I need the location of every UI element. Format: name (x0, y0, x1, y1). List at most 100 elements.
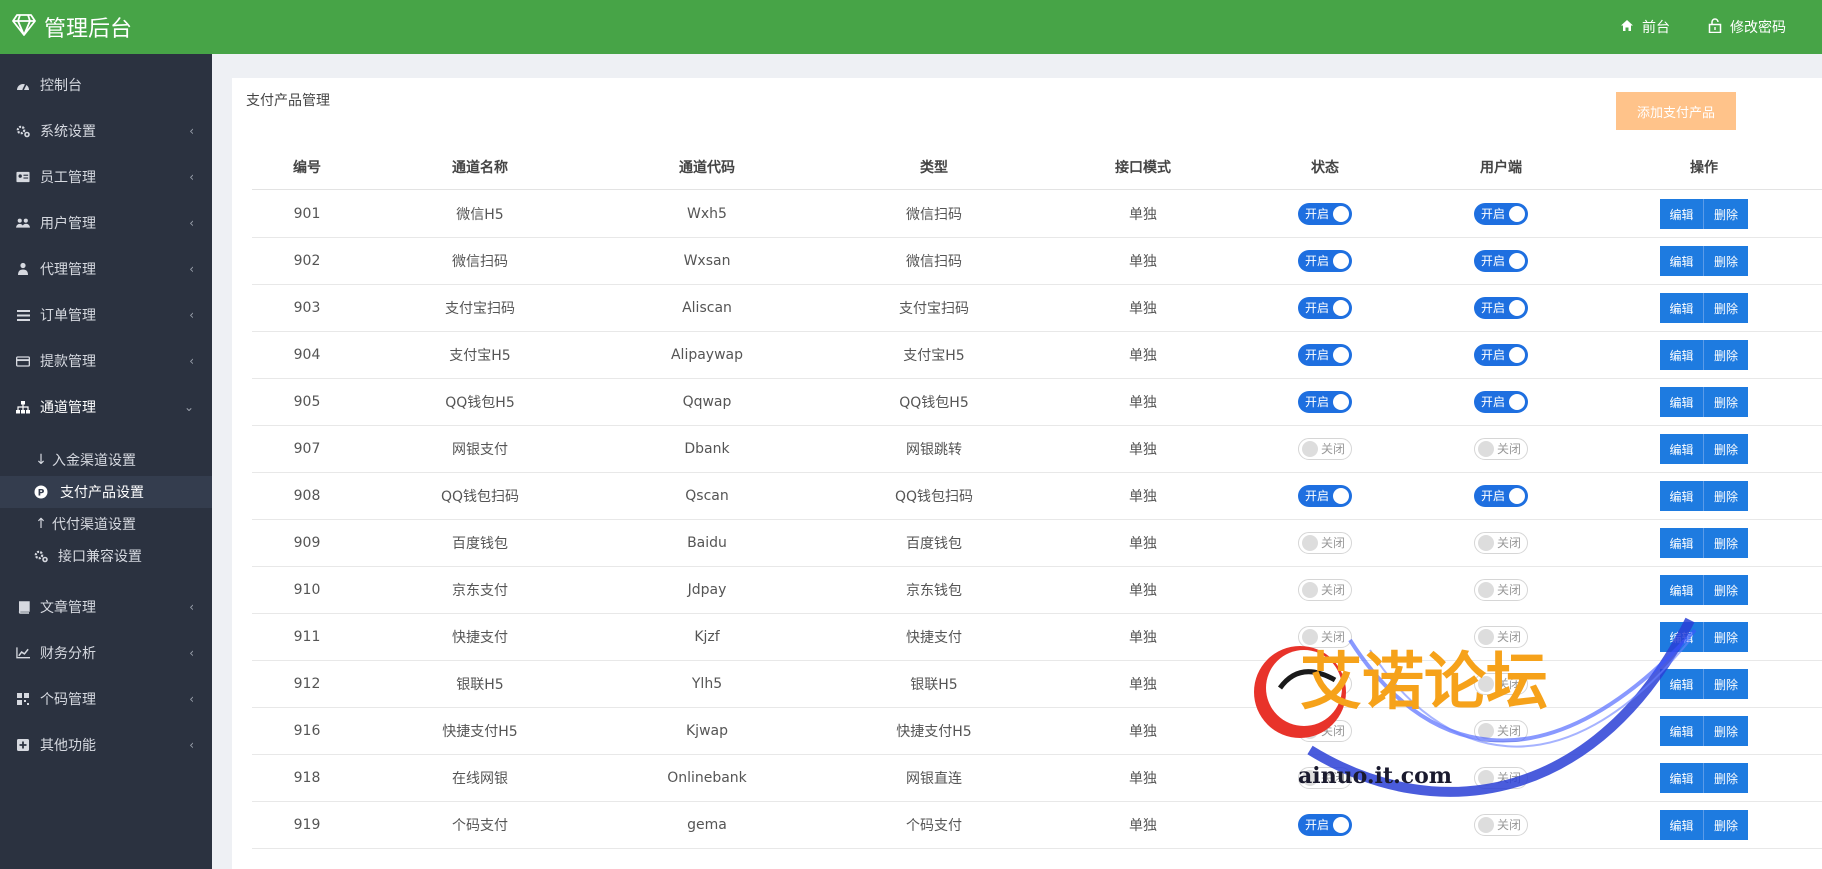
status-toggle[interactable]: 开启 (1298, 344, 1352, 366)
client-toggle[interactable]: 关闭 (1474, 579, 1528, 601)
table-row: 902 微信扫码 Wxsan 微信扫码 单独 开启 开启 编辑 删除 (252, 238, 1822, 285)
sidebar-item-withdraw[interactable]: 提款管理 ‹ (0, 338, 212, 384)
client-toggle[interactable]: 关闭 (1474, 673, 1528, 695)
client-toggle[interactable]: 开启 (1474, 344, 1528, 366)
client-toggle[interactable]: 关闭 (1474, 814, 1528, 836)
status-toggle[interactable]: 开启 (1298, 250, 1352, 272)
sidebar-item-system[interactable]: 系统设置 ‹ (0, 108, 212, 154)
sidebar-item-channels[interactable]: 通道管理 ⌄ (0, 384, 212, 430)
sidebar-subitem-api-compat[interactable]: 接口兼容设置 (0, 540, 212, 572)
client-toggle[interactable]: 开启 (1474, 485, 1528, 507)
edit-button[interactable]: 编辑 (1660, 763, 1704, 793)
edit-button[interactable]: 编辑 (1660, 246, 1704, 276)
sidebar-item-staff[interactable]: 员工管理 ‹ (0, 154, 212, 200)
brand[interactable]: 管理后台 (12, 0, 132, 54)
sidebar-subitem-deposit-channel[interactable]: ↓ 入金渠道设置 (0, 444, 212, 476)
client-toggle[interactable]: 关闭 (1474, 767, 1528, 789)
delete-button[interactable]: 删除 (1704, 246, 1748, 276)
client-toggle[interactable]: 开启 (1474, 250, 1528, 272)
status-toggle[interactable]: 关闭 (1298, 720, 1352, 742)
delete-button[interactable]: 删除 (1704, 199, 1748, 229)
edit-button[interactable]: 编辑 (1660, 340, 1704, 370)
edit-button[interactable]: 编辑 (1660, 716, 1704, 746)
users-icon (16, 216, 30, 230)
status-toggle[interactable]: 关闭 (1298, 626, 1352, 648)
client-toggle[interactable]: 开启 (1474, 297, 1528, 319)
status-toggle[interactable]: 开启 (1298, 814, 1352, 836)
client-toggle[interactable]: 关闭 (1474, 720, 1528, 742)
sidebar-item-articles[interactable]: 文章管理 ‹ (0, 584, 212, 630)
header-status: 状态 (1311, 159, 1339, 176)
delete-button[interactable]: 删除 (1704, 434, 1748, 464)
edit-button[interactable]: 编辑 (1660, 434, 1704, 464)
chevron-down-icon: ⌄ (183, 400, 194, 414)
status-toggle[interactable]: 关闭 (1298, 438, 1352, 460)
table-row: 910 京东支付 Jdpay 京东钱包 单独 关闭 关闭 编辑 删除 (252, 567, 1822, 614)
toggle-knob (1478, 582, 1494, 598)
home-icon (1620, 19, 1634, 36)
cell-mode: 单独 (1129, 724, 1157, 740)
edit-button[interactable]: 编辑 (1660, 810, 1704, 840)
edit-button[interactable]: 编辑 (1660, 293, 1704, 323)
status-toggle[interactable]: 开启 (1298, 297, 1352, 319)
toggle-label: 开启 (1481, 489, 1506, 503)
status-toggle[interactable]: 开启 (1298, 391, 1352, 413)
client-toggle[interactable]: 开启 (1474, 203, 1528, 225)
toggle-knob (1302, 676, 1318, 692)
cell-actions: 编辑 删除 (1586, 379, 1822, 425)
delete-button[interactable]: 删除 (1704, 575, 1748, 605)
client-toggle[interactable]: 关闭 (1474, 626, 1528, 648)
cogs-icon (16, 124, 30, 138)
delete-button[interactable]: 删除 (1704, 481, 1748, 511)
status-toggle[interactable]: 开启 (1298, 485, 1352, 507)
cell-name: 支付宝H5 (449, 348, 511, 364)
delete-button[interactable]: 删除 (1704, 387, 1748, 417)
change-password-link[interactable]: 修改密码 (1708, 17, 1786, 37)
sidebar-subitem-payment-product[interactable]: P 支付产品设置 (0, 476, 212, 508)
delete-button[interactable]: 删除 (1704, 293, 1748, 323)
cell-code: Qqwap (682, 394, 732, 410)
delete-button[interactable]: 删除 (1704, 716, 1748, 746)
sidebar-item-dashboard[interactable]: 控制台 (0, 62, 212, 108)
status-toggle[interactable]: 关闭 (1298, 579, 1352, 601)
cell-client: 关闭 (1416, 661, 1586, 707)
sidebar-item-other[interactable]: 其他功能 ‹ (0, 722, 212, 768)
client-toggle[interactable]: 关闭 (1474, 438, 1528, 460)
cell-name: 微信扫码 (452, 254, 508, 270)
edit-button[interactable]: 编辑 (1660, 575, 1704, 605)
status-toggle[interactable]: 开启 (1298, 203, 1352, 225)
status-toggle[interactable]: 关闭 (1298, 532, 1352, 554)
delete-button[interactable]: 删除 (1704, 528, 1748, 558)
delete-button[interactable]: 删除 (1704, 669, 1748, 699)
delete-button[interactable]: 删除 (1704, 763, 1748, 793)
client-toggle[interactable]: 开启 (1474, 391, 1528, 413)
sidebar-item-finance[interactable]: 财务分析 ‹ (0, 630, 212, 676)
toggle-knob (1333, 394, 1349, 410)
sidebar-item-agents[interactable]: 代理管理 ‹ (0, 246, 212, 292)
cell-id: 902 (293, 253, 321, 269)
delete-button[interactable]: 删除 (1704, 340, 1748, 370)
delete-button[interactable]: 删除 (1704, 810, 1748, 840)
status-toggle[interactable]: 关闭 (1298, 673, 1352, 695)
sidebar-subitem-label: 支付产品设置 (60, 485, 144, 501)
cell-mode: 单独 (1129, 207, 1157, 223)
sidebar-item-personal-code[interactable]: 个码管理 ‹ (0, 676, 212, 722)
edit-button[interactable]: 编辑 (1660, 199, 1704, 229)
cell-type: 京东钱包 (906, 583, 962, 599)
edit-button[interactable]: 编辑 (1660, 481, 1704, 511)
edit-button[interactable]: 编辑 (1660, 387, 1704, 417)
edit-button[interactable]: 编辑 (1660, 669, 1704, 699)
edit-button[interactable]: 编辑 (1660, 622, 1704, 652)
sidebar-subitem-payout-channel[interactable]: ↑ 代付渠道设置 (0, 508, 212, 540)
delete-button[interactable]: 删除 (1704, 622, 1748, 652)
chevron-left-icon: ‹ (189, 124, 194, 138)
sidebar-item-users[interactable]: 用户管理 ‹ (0, 200, 212, 246)
client-toggle[interactable]: 关闭 (1474, 532, 1528, 554)
sidebar-item-orders[interactable]: 订单管理 ‹ (0, 292, 212, 338)
sidebar-item-label: 个码管理 (40, 692, 96, 708)
front-link[interactable]: 前台 (1620, 17, 1670, 37)
sidebar-item-label: 系统设置 (40, 124, 96, 140)
status-toggle[interactable]: 关闭 (1298, 767, 1352, 789)
add-payment-product-button[interactable]: 添加支付产品 (1616, 92, 1736, 130)
edit-button[interactable]: 编辑 (1660, 528, 1704, 558)
